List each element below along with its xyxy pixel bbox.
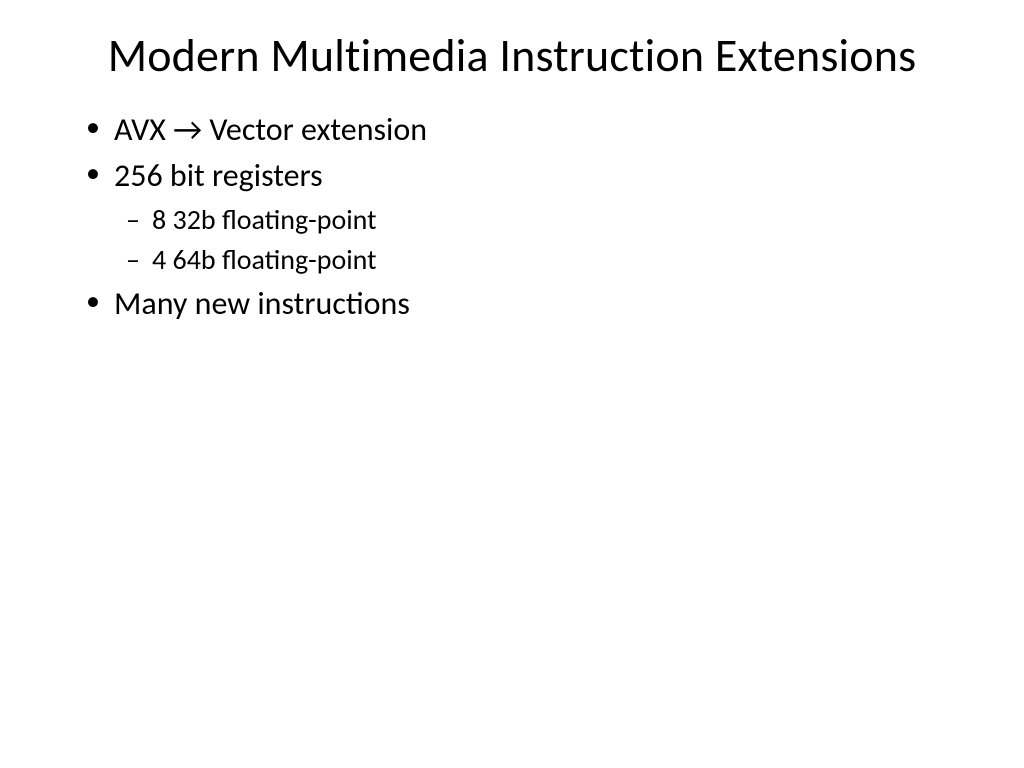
bullet-item: 256 bit registers xyxy=(80,153,964,199)
slide-content: AVX → Vector extension 256 bit registers… xyxy=(60,107,964,327)
slide-title: Modern Multimedia Instruction Extensions xyxy=(60,30,964,83)
bullet-item: Many new instructions xyxy=(80,281,964,327)
bullet-sub-item: 4 64b floating-point xyxy=(80,240,964,281)
bullet-item: AVX → Vector extension xyxy=(80,107,964,153)
bullet-sub-item: 8 32b floating-point xyxy=(80,200,964,241)
